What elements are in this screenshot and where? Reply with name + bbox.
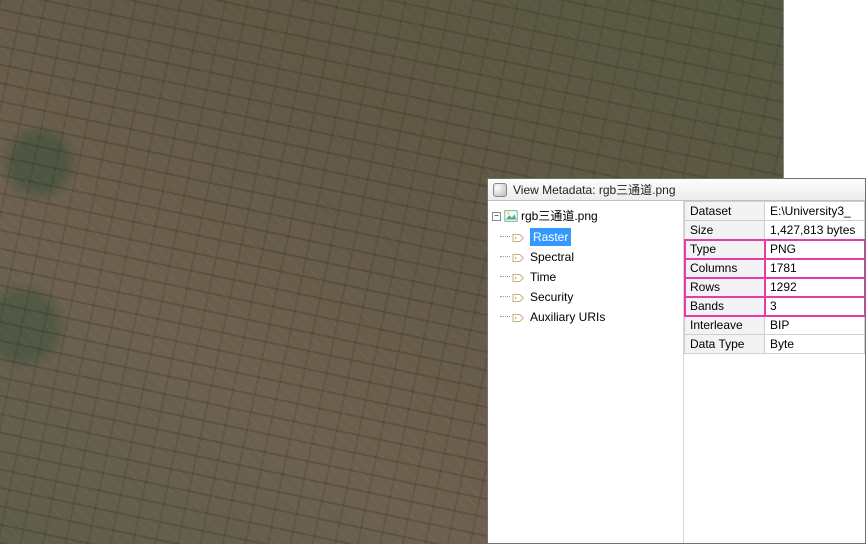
property-key: Type	[685, 240, 765, 259]
tag-icon	[512, 291, 526, 303]
property-key: Data Type	[685, 335, 765, 354]
property-key: Interleave	[685, 316, 765, 335]
tree-item-auxiliary-uris[interactable]: Auxiliary URIs	[512, 307, 679, 327]
tree-item-spectral[interactable]: Spectral	[512, 247, 679, 267]
properties-table: DatasetE:\University3_Size1,427,813 byte…	[684, 201, 865, 354]
tree-item-label: Spectral	[530, 248, 574, 266]
property-row-size[interactable]: Size1,427,813 bytes	[685, 221, 865, 240]
metadata-body: − rgb三通道.png Raster Spectral Time Security A…	[488, 201, 865, 543]
property-key: Dataset	[685, 202, 765, 221]
tag-icon	[512, 271, 526, 283]
property-row-rows[interactable]: Rows1292	[685, 278, 865, 297]
tag-icon	[512, 251, 526, 263]
property-row-type[interactable]: TypePNG	[685, 240, 865, 259]
tree-item-raster[interactable]: Raster	[512, 227, 679, 247]
tree-item-label: Auxiliary URIs	[530, 308, 605, 326]
property-row-interleave[interactable]: InterleaveBIP	[685, 316, 865, 335]
tree-item-label: Security	[530, 288, 573, 306]
app-icon	[493, 183, 507, 197]
property-value: 1781	[765, 259, 865, 278]
property-row-data-type[interactable]: Data TypeByte	[685, 335, 865, 354]
property-row-columns[interactable]: Columns1781	[685, 259, 865, 278]
tree-item-security[interactable]: Security	[512, 287, 679, 307]
property-key: Columns	[685, 259, 765, 278]
tag-icon	[512, 311, 526, 323]
properties-panel[interactable]: DatasetE:\University3_Size1,427,813 byte…	[684, 201, 865, 543]
property-value: 1,427,813 bytes	[765, 221, 865, 240]
property-value: 1292	[765, 278, 865, 297]
window-titlebar[interactable]: View Metadata: rgb三通道.png	[488, 179, 865, 201]
property-key: Rows	[685, 278, 765, 297]
tag-icon	[512, 231, 526, 243]
tree-root-node[interactable]: − rgb三通道.png	[492, 207, 679, 225]
tree-item-time[interactable]: Time	[512, 267, 679, 287]
metadata-window: View Metadata: rgb三通道.png − rgb三通道.png R…	[487, 178, 866, 544]
property-key: Bands	[685, 297, 765, 316]
image-file-icon	[504, 209, 518, 223]
window-title: View Metadata: rgb三通道.png	[513, 181, 676, 198]
tree-item-label: Time	[530, 268, 556, 286]
property-value: 3	[765, 297, 865, 316]
property-key: Size	[685, 221, 765, 240]
metadata-tree[interactable]: − rgb三通道.png Raster Spectral Time Security A…	[488, 201, 684, 543]
property-row-dataset[interactable]: DatasetE:\University3_	[685, 202, 865, 221]
property-value: BIP	[765, 316, 865, 335]
property-value: PNG	[765, 240, 865, 259]
tree-item-label: Raster	[530, 228, 571, 246]
tree-root-label: rgb三通道.png	[521, 207, 598, 225]
property-value: E:\University3_	[765, 202, 865, 221]
tree-collapse-icon[interactable]: −	[492, 212, 501, 221]
property-value: Byte	[765, 335, 865, 354]
whitespace-strip	[784, 0, 866, 178]
property-row-bands[interactable]: Bands3	[685, 297, 865, 316]
